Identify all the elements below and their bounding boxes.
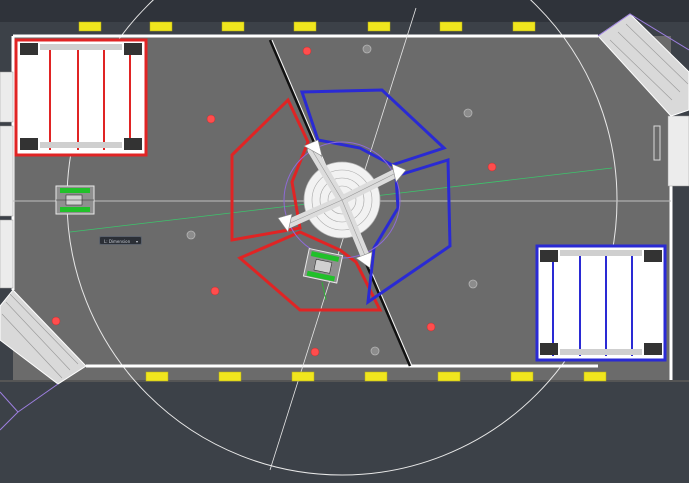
blue-alliance-goal — [535, 244, 667, 362]
dimension-tooltip[interactable]: L: Dimension ▾ — [99, 236, 142, 245]
chevron-down-icon[interactable]: ▾ — [136, 237, 138, 246]
left-wall-panel — [0, 125, 14, 217]
top-band — [0, 0, 689, 22]
left-wall-panel — [0, 71, 14, 123]
dimension-tooltip-label: L: Dimension — [104, 239, 131, 244]
red-alliance-goal — [14, 38, 148, 157]
robot-left[interactable] — [55, 185, 95, 215]
right-wall-panel — [667, 115, 689, 187]
left-wall-panel — [0, 219, 14, 289]
